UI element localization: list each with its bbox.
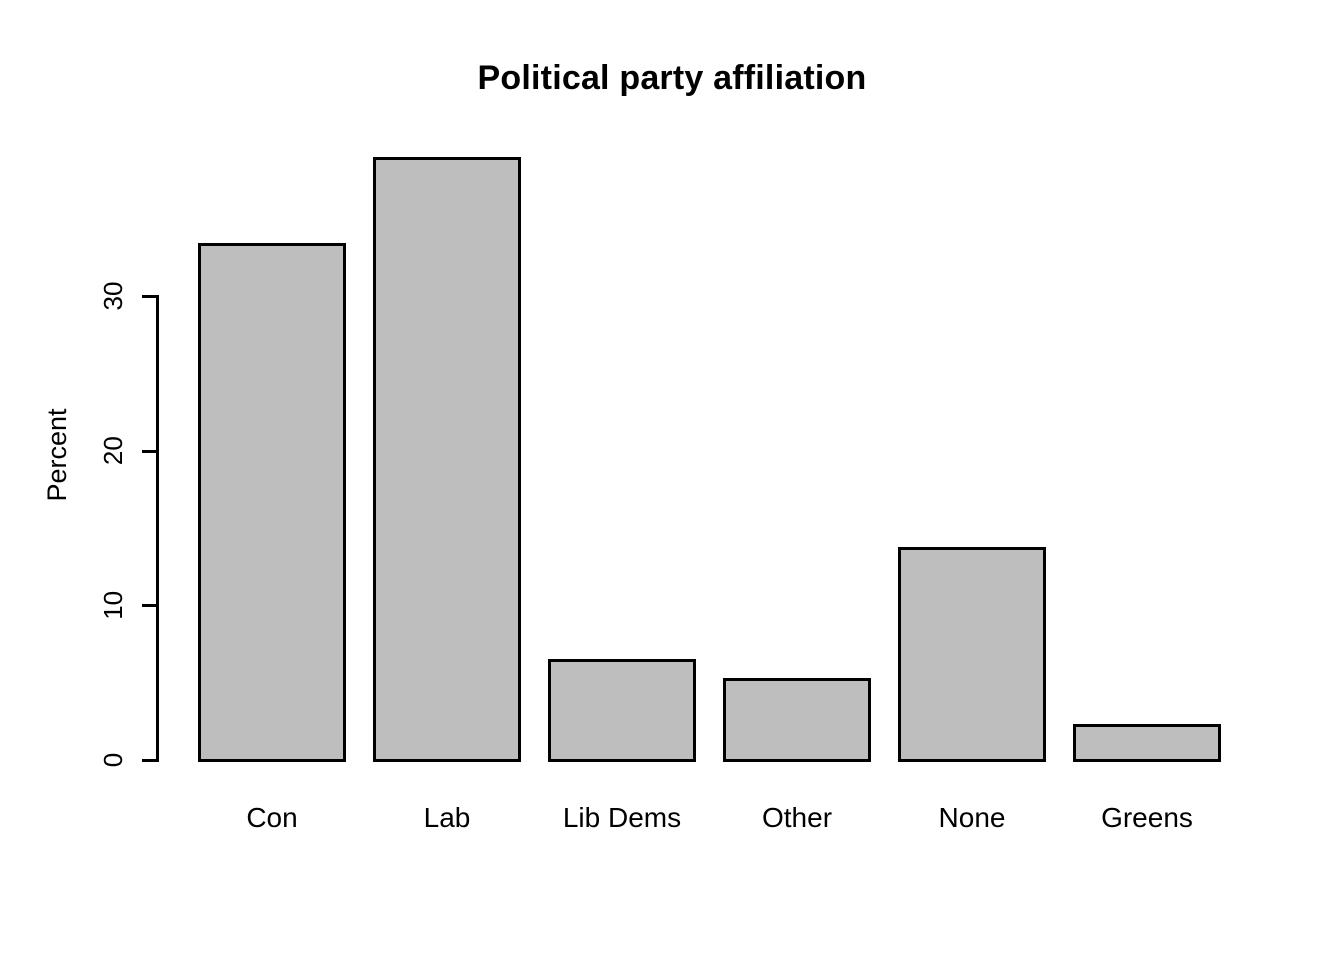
- y-axis-tick-label: 30: [98, 281, 128, 311]
- y-axis-tick-label: 20: [98, 436, 128, 466]
- y-axis-tick: [142, 759, 159, 762]
- y-axis-tick-label: 10: [98, 590, 128, 620]
- y-axis-label: Percent: [42, 408, 72, 502]
- chart-title: Political party affiliation: [477, 59, 867, 97]
- bar-con: [198, 243, 346, 762]
- y-axis-tick-label: 0: [98, 752, 128, 768]
- x-axis-label-greens: Greens: [1101, 802, 1193, 833]
- y-axis-tick: [142, 604, 159, 608]
- y-axis-line: [156, 296, 159, 761]
- y-axis-tick: [142, 295, 159, 298]
- bar-lab: [373, 156, 521, 762]
- bar-lib-dems: [548, 659, 696, 762]
- bar-other: [723, 678, 871, 762]
- bar-chart-figure: Political party affiliation Percent 0 10 2…: [0, 0, 1344, 960]
- bar-greens: [1073, 724, 1221, 762]
- bar-none: [898, 546, 1046, 762]
- y-axis-tick: [142, 449, 159, 453]
